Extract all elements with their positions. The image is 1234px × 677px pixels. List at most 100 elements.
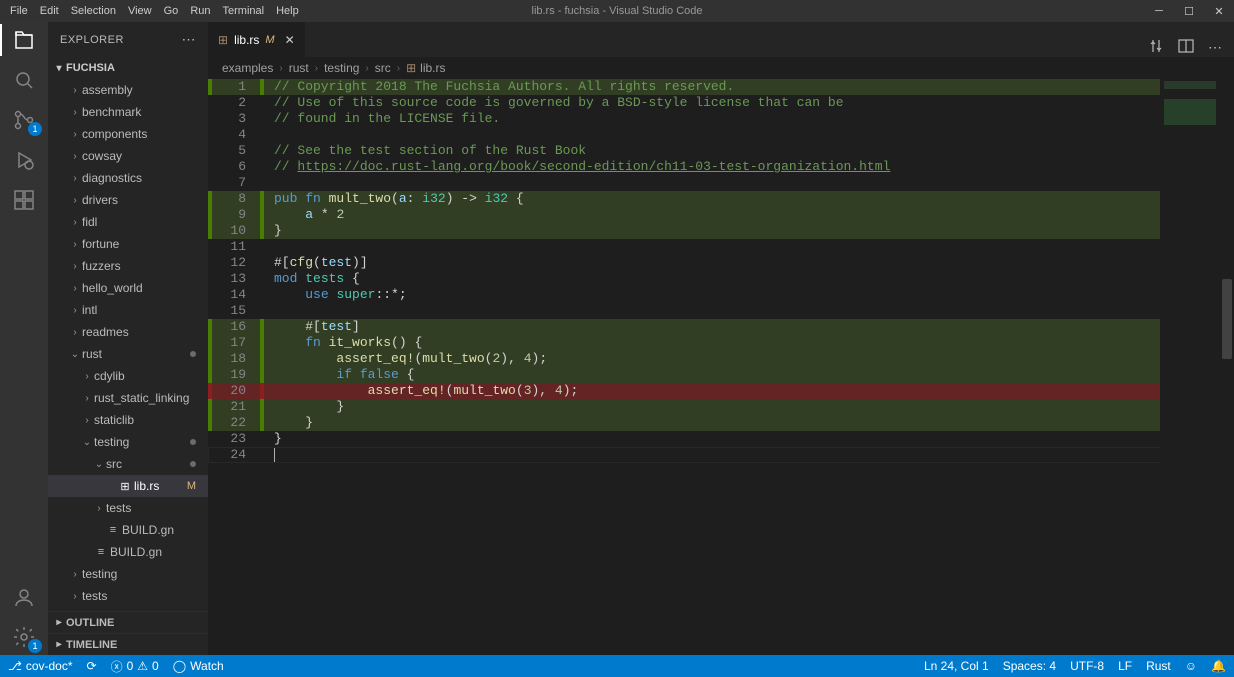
folder-components[interactable]: ›components	[48, 123, 208, 145]
code-line-8[interactable]: 8pub fn mult_two(a: i32) -> i32 {	[208, 191, 1234, 207]
close-window-button[interactable]: ✕	[1204, 0, 1234, 22]
breadcrumb-rust[interactable]: rust	[289, 61, 309, 75]
status-problems[interactable]: ⓧ0 ⚠0	[111, 658, 159, 675]
code-line-10[interactable]: 10}	[208, 223, 1234, 239]
code-line-13[interactable]: 13mod tests {	[208, 271, 1234, 287]
folder-fidl[interactable]: ›fidl	[48, 211, 208, 233]
code-line-14[interactable]: 14 use super::*;	[208, 287, 1234, 303]
code-line-5[interactable]: 5// See the test section of the Rust Boo…	[208, 143, 1234, 159]
maximize-button[interactable]: ☐	[1174, 0, 1204, 22]
file-build-gn[interactable]: ≡BUILD.gn	[48, 519, 208, 541]
folder-diagnostics[interactable]: ›diagnostics	[48, 167, 208, 189]
code-line-9[interactable]: 9 a * 2	[208, 207, 1234, 223]
project-section-header[interactable]: ▾ FUCHSIA	[48, 57, 208, 79]
compare-changes-icon[interactable]	[1148, 38, 1164, 57]
code-line-18[interactable]: 18 assert_eq!(mult_two(2), 4);	[208, 351, 1234, 367]
menu-view[interactable]: View	[122, 3, 158, 19]
editor-tab-lib-rs[interactable]: ⊞ lib.rs M ✕	[208, 22, 306, 57]
menu-help[interactable]: Help	[270, 3, 305, 19]
more-actions-icon[interactable]: ⋯	[1208, 39, 1222, 56]
breadcrumb-examples[interactable]: examples	[222, 61, 273, 75]
code-line-22[interactable]: 22 }	[208, 415, 1234, 431]
file-tree[interactable]: ›assembly›benchmark›components›cowsay›di…	[48, 79, 208, 611]
code-line-7[interactable]: 7	[208, 175, 1234, 191]
folder-time[interactable]: ›time	[48, 607, 208, 611]
folder-testing[interactable]: ⌄testing	[48, 431, 208, 453]
code-line-21[interactable]: 21 }	[208, 399, 1234, 415]
run-debug-icon[interactable]	[12, 148, 36, 172]
folder-cowsay[interactable]: ›cowsay	[48, 145, 208, 167]
code-content: assert_eq!(mult_two(2), 4);	[264, 351, 1234, 367]
sidebar-more-icon[interactable]: ⋯	[182, 31, 197, 48]
extensions-icon[interactable]	[12, 188, 36, 212]
status-branch[interactable]: ⎇ cov-doc*	[8, 659, 73, 673]
status-notifications[interactable]: 🔔	[1211, 659, 1226, 673]
folder-tests[interactable]: ›tests	[48, 497, 208, 519]
status-sync[interactable]: ⟳	[87, 659, 97, 673]
folder-src[interactable]: ⌄src	[48, 453, 208, 475]
accounts-icon[interactable]	[12, 585, 36, 609]
minimize-button[interactable]: ─	[1144, 0, 1174, 22]
outline-section[interactable]: ▸ OUTLINE	[48, 611, 208, 633]
folder-cdylib[interactable]: ›cdylib	[48, 365, 208, 387]
folder-drivers[interactable]: ›drivers	[48, 189, 208, 211]
menu-file[interactable]: File	[4, 3, 34, 19]
menu-run[interactable]: Run	[184, 3, 216, 19]
folder-intl[interactable]: ›intl	[48, 299, 208, 321]
close-tab-icon[interactable]: ✕	[285, 33, 295, 47]
editor-scrollbar[interactable]	[1220, 79, 1234, 655]
folder-benchmark[interactable]: ›benchmark	[48, 101, 208, 123]
folder-tests[interactable]: ›tests	[48, 585, 208, 607]
search-icon[interactable]	[12, 68, 36, 92]
status-eol[interactable]: LF	[1118, 659, 1132, 673]
window-controls: ─ ☐ ✕	[1144, 0, 1234, 22]
code-line-11[interactable]: 11	[208, 239, 1234, 255]
status-feedback[interactable]: ☺	[1185, 659, 1197, 673]
source-control-icon[interactable]: 1	[12, 108, 36, 132]
code-line-6[interactable]: 6// https://doc.rust-lang.org/book/secon…	[208, 159, 1234, 175]
breadcrumb-src[interactable]: src	[375, 61, 391, 75]
code-line-1[interactable]: 1// Copyright 2018 The Fuchsia Authors. …	[208, 79, 1234, 95]
folder-rust_static_linking[interactable]: ›rust_static_linking	[48, 387, 208, 409]
code-line-19[interactable]: 19 if false {	[208, 367, 1234, 383]
status-language[interactable]: Rust	[1146, 659, 1171, 673]
split-editor-icon[interactable]	[1178, 38, 1194, 57]
folder-fortune[interactable]: ›fortune	[48, 233, 208, 255]
folder-assembly[interactable]: ›assembly	[48, 79, 208, 101]
breadcrumbs[interactable]: examples›rust›testing›src›⊞ lib.rs	[208, 57, 1234, 79]
code-line-17[interactable]: 17 fn it_works() {	[208, 335, 1234, 351]
folder-hello_world[interactable]: ›hello_world	[48, 277, 208, 299]
breadcrumb-lib-rs[interactable]: ⊞ lib.rs	[406, 61, 445, 75]
code-line-3[interactable]: 3// found in the LICENSE file.	[208, 111, 1234, 127]
code-line-15[interactable]: 15	[208, 303, 1234, 319]
folder-fuzzers[interactable]: ›fuzzers	[48, 255, 208, 277]
menu-edit[interactable]: Edit	[34, 3, 65, 19]
code-line-4[interactable]: 4	[208, 127, 1234, 143]
code-line-12[interactable]: 12#[cfg(test)]	[208, 255, 1234, 271]
menu-selection[interactable]: Selection	[65, 3, 122, 19]
settings-gear-icon[interactable]: 1	[12, 625, 36, 649]
code-line-23[interactable]: 23}	[208, 431, 1234, 447]
menu-terminal[interactable]: Terminal	[217, 3, 271, 19]
code-line-20[interactable]: 20 assert_eq!(mult_two(3), 4);	[208, 383, 1234, 399]
code-line-2[interactable]: 2// Use of this source code is governed …	[208, 95, 1234, 111]
folder-readmes[interactable]: ›readmes	[48, 321, 208, 343]
timeline-section[interactable]: ▸ TIMELINE	[48, 633, 208, 655]
folder-rust[interactable]: ⌄rust	[48, 343, 208, 365]
minimap[interactable]	[1160, 79, 1220, 655]
code-editor[interactable]: 1// Copyright 2018 The Fuchsia Authors. …	[208, 79, 1234, 655]
status-cursor-position[interactable]: Ln 24, Col 1	[924, 659, 989, 673]
status-watch[interactable]: ◯ Watch	[173, 659, 224, 673]
menu-go[interactable]: Go	[158, 3, 185, 19]
status-encoding[interactable]: UTF-8	[1070, 659, 1104, 673]
breadcrumb-testing[interactable]: testing	[324, 61, 359, 75]
code-line-24[interactable]: 24	[208, 447, 1234, 463]
folder-testing[interactable]: ›testing	[48, 563, 208, 585]
status-indentation[interactable]: Spaces: 4	[1003, 659, 1056, 673]
line-number: 7	[212, 175, 260, 191]
file-lib-rs[interactable]: ⊞lib.rsM	[48, 475, 208, 497]
code-line-16[interactable]: 16 #[test]	[208, 319, 1234, 335]
folder-staticlib[interactable]: ›staticlib	[48, 409, 208, 431]
file-build-gn[interactable]: ≡BUILD.gn	[48, 541, 208, 563]
explorer-icon[interactable]	[12, 28, 36, 52]
